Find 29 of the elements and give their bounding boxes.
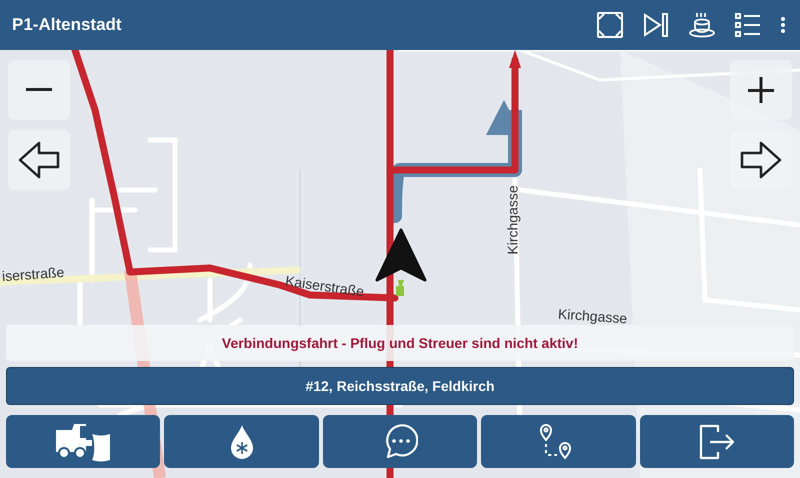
fullscreen-icon[interactable] [596,11,624,39]
exit-icon [698,424,736,460]
plus-icon [748,77,774,103]
coffee-cup-icon[interactable] [688,11,716,39]
left-arrow-icon [17,140,61,180]
street-label: iserstraße [2,264,65,284]
snowflake-drop-button[interactable] [164,415,319,468]
zoom-out-button[interactable] [8,60,70,120]
play-skip-icon[interactable] [642,12,670,38]
snowflake-drop-icon [230,424,254,460]
snowplow-button[interactable] [6,415,160,468]
position-marker [396,280,404,296]
app-title: P1-Altenstadt [12,15,122,35]
navigation-arrow-icon [376,228,426,282]
list-icon[interactable] [734,12,762,38]
status-notice: Verbindungsfahrt - Pflug und Streuer sind nicht aktiv! [6,325,794,361]
exit-button[interactable] [640,415,794,468]
street-label: Kirchgasse [504,185,521,255]
minus-icon [26,88,52,92]
chat-bubble-button[interactable] [322,415,478,468]
back-arrow-button[interactable] [8,130,70,190]
street-label: Kaiserstraße [284,272,366,300]
snowplow-truck-icon [54,422,112,462]
address-bar: #12, Reichsstraße, Feldkirch [6,367,794,405]
zoom-in-button[interactable] [730,60,792,120]
street-label: Kirchgasse [558,306,628,326]
right-arrow-icon [739,140,783,180]
route-pins-button[interactable] [481,415,636,468]
more-options-icon[interactable] [780,17,786,33]
